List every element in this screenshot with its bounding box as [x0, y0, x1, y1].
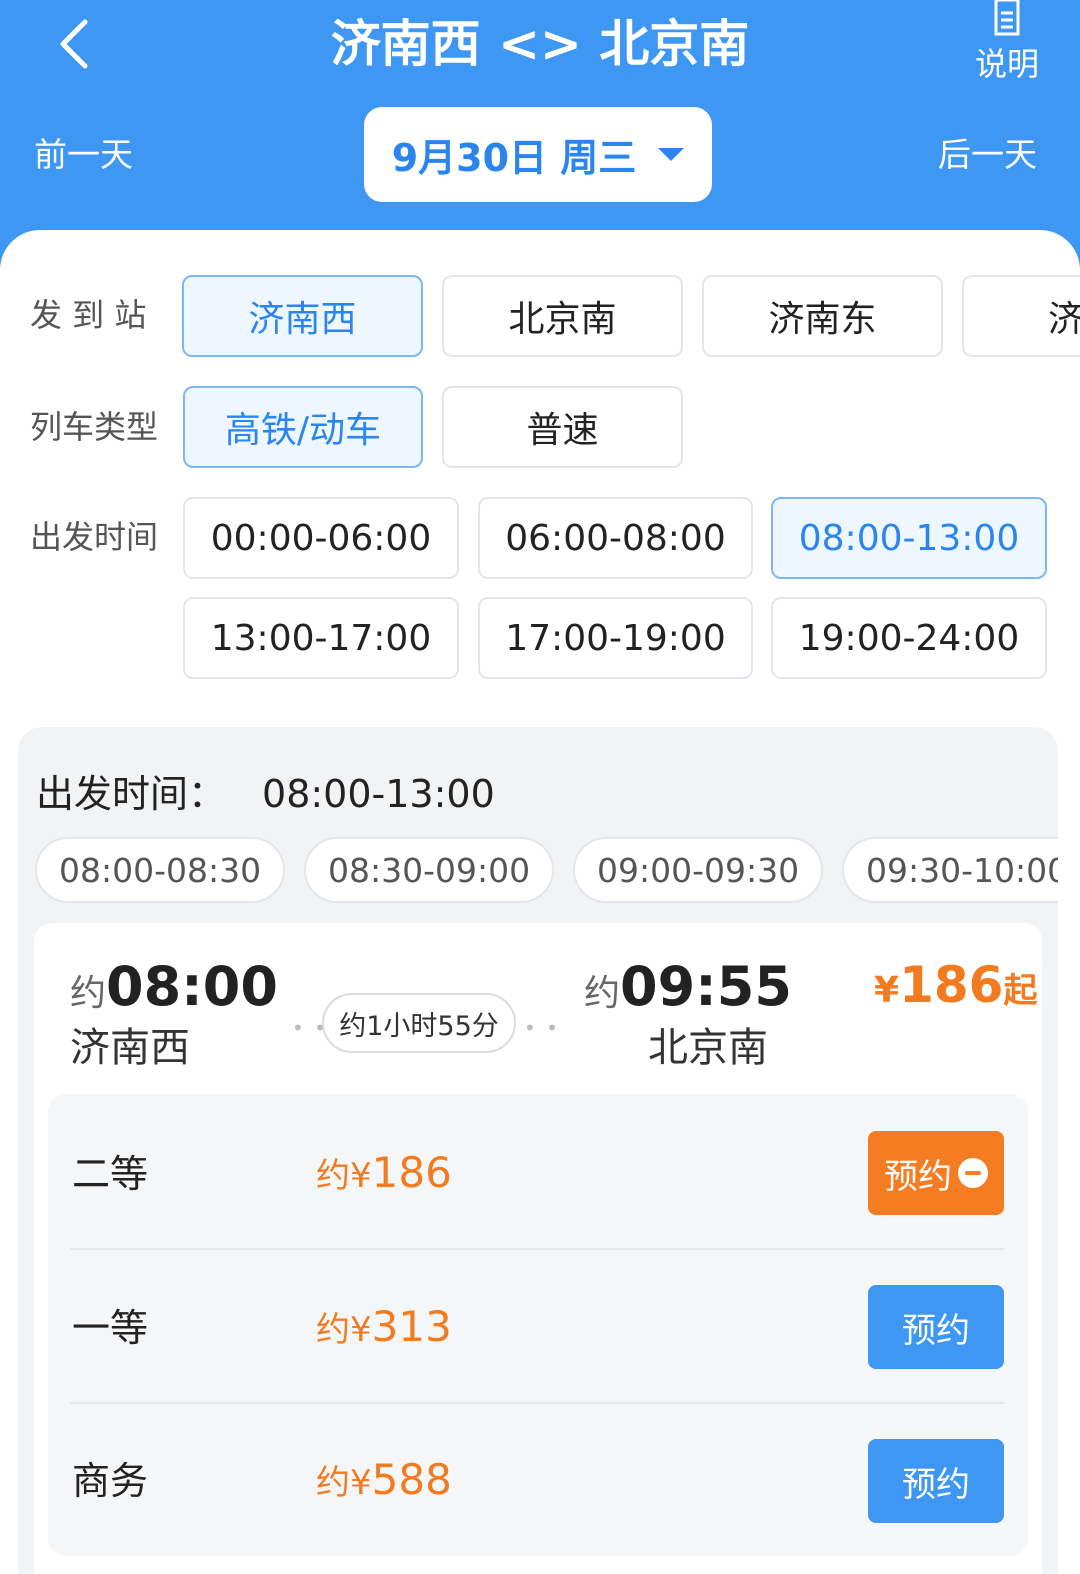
minus-circle-icon [958, 1158, 988, 1188]
duration-dots-right: • • [524, 1016, 560, 1040]
duration-badge: 约1小时55分 [322, 993, 516, 1053]
seat-price: 约¥186 [316, 1145, 452, 1201]
prev-day-button[interactable]: 前一天 [34, 130, 133, 180]
station-chip[interactable]: 北京南 [442, 275, 683, 357]
book-button-label: 预约 [902, 1310, 970, 1351]
train-type-chip[interactable]: 高铁/动车 [183, 386, 423, 468]
station-filter-label: 发 到 站 [30, 296, 147, 334]
time-range-chip[interactable]: 17:00-19:00 [478, 597, 753, 679]
departure-heading: 出发时间： 08:00-13:00 [36, 768, 495, 820]
seat-price: 约¥313 [316, 1299, 452, 1355]
seat-class-name: 一等 [72, 1306, 149, 1350]
page-title: 济南西 <> 北京南 [330, 15, 750, 73]
book-button[interactable]: 预约 [868, 1439, 1004, 1523]
min-price-value: 186 [899, 956, 1004, 1014]
seat-price: 约¥588 [316, 1452, 452, 1508]
seat-class-name: 二等 [72, 1152, 149, 1196]
departure-heading-value: 08:00-13:00 [262, 772, 495, 816]
station-chip[interactable]: 济南西 [182, 275, 423, 357]
divider [70, 1402, 1004, 1404]
book-button[interactable]: 预约 [868, 1131, 1004, 1215]
date-label: 9月30日 周三 [391, 136, 637, 180]
min-price-suffix: 起 [1003, 971, 1038, 1011]
seat-price-prefix: 约¥ [316, 1310, 372, 1350]
departure-time: 约08:00 [70, 955, 278, 1018]
back-button[interactable] [48, 12, 100, 76]
station-chip[interactable]: 济 [962, 275, 1080, 357]
document-icon [994, 0, 1020, 36]
help-label: 说明 [974, 45, 1039, 83]
chevron-left-icon [60, 19, 88, 69]
arrival-time-value: 09:55 [620, 955, 792, 1018]
time-range-chip[interactable]: 08:00-13:00 [771, 497, 1047, 579]
time-range-chip[interactable]: 19:00-24:00 [771, 597, 1047, 679]
book-button-label: 预约 [902, 1464, 970, 1505]
caret-down-icon [658, 148, 685, 161]
book-button-label: 预约 [884, 1156, 952, 1197]
time-range-chip[interactable]: 00:00-06:00 [183, 497, 459, 579]
next-day-button[interactable]: 后一天 [938, 130, 1037, 180]
seat-class-name: 商务 [72, 1459, 149, 1503]
train-type-chip[interactable]: 普速 [442, 386, 683, 468]
arrival-station: 北京南 [648, 1025, 768, 1071]
seat-price-prefix: 约¥ [316, 1156, 372, 1196]
seat-price-prefix: 约¥ [316, 1463, 372, 1503]
min-price: ¥186起 [874, 955, 1037, 1027]
sub-time-chip[interactable]: 09:30-10:00 [842, 837, 1058, 903]
sub-time-chip[interactable]: 09:00-09:30 [573, 837, 823, 903]
sub-time-chip[interactable]: 08:00-08:30 [35, 837, 285, 903]
book-button[interactable]: 预约 [868, 1285, 1004, 1369]
departure-time-value: 08:00 [106, 955, 278, 1018]
train-type-filter-label: 列车类型 [30, 408, 159, 446]
date-picker[interactable]: 9月30日 周三 [364, 107, 712, 202]
approx-label: 约 [584, 973, 621, 1014]
seat-price-value: 588 [371, 1455, 452, 1504]
seat-price-value: 186 [371, 1148, 452, 1197]
sub-time-chip[interactable]: 08:30-09:00 [304, 837, 554, 903]
min-price-currency: ¥ [874, 970, 900, 1011]
departure-heading-label: 出发时间： [36, 772, 227, 816]
time-range-chip[interactable]: 06:00-08:00 [478, 497, 753, 579]
station-chip[interactable]: 济南东 [702, 275, 943, 357]
departure-station: 济南西 [70, 1025, 190, 1071]
time-range-chip[interactable]: 13:00-17:00 [183, 597, 459, 679]
seat-price-value: 313 [371, 1302, 452, 1351]
time-filter-label: 出发时间 [30, 518, 159, 556]
arrival-time: 约09:55 [584, 955, 792, 1018]
divider [70, 1248, 1004, 1250]
help-button[interactable]: 说明 [962, 0, 1052, 90]
approx-label: 约 [70, 973, 107, 1014]
